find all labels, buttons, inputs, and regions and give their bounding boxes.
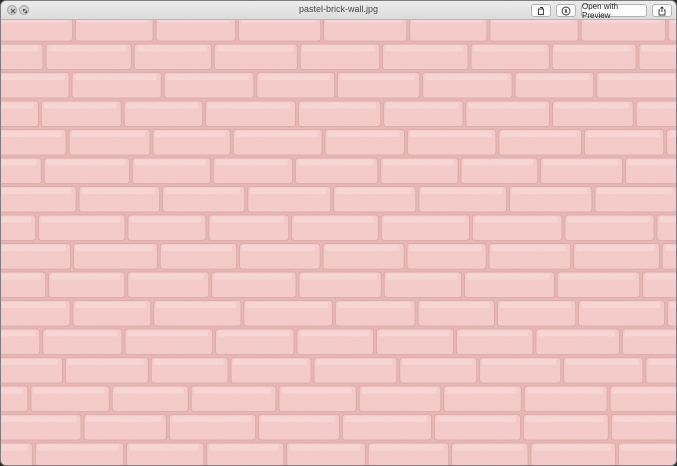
markup-button[interactable] <box>556 4 576 17</box>
quicklook-window: pastel-brick-wall.jpg Open with Preview <box>0 0 677 466</box>
rotate-button[interactable] <box>531 4 551 17</box>
share-button[interactable] <box>652 4 672 17</box>
markup-pen-icon <box>561 6 571 15</box>
open-with-preview-button[interactable]: Open with Preview <box>581 2 647 20</box>
title-bar: pastel-brick-wall.jpg Open with Preview <box>1 1 676 20</box>
image-preview <box>1 20 676 465</box>
brick-wall-image <box>1 20 676 465</box>
rotate-icon <box>538 6 544 15</box>
share-icon <box>658 5 666 15</box>
